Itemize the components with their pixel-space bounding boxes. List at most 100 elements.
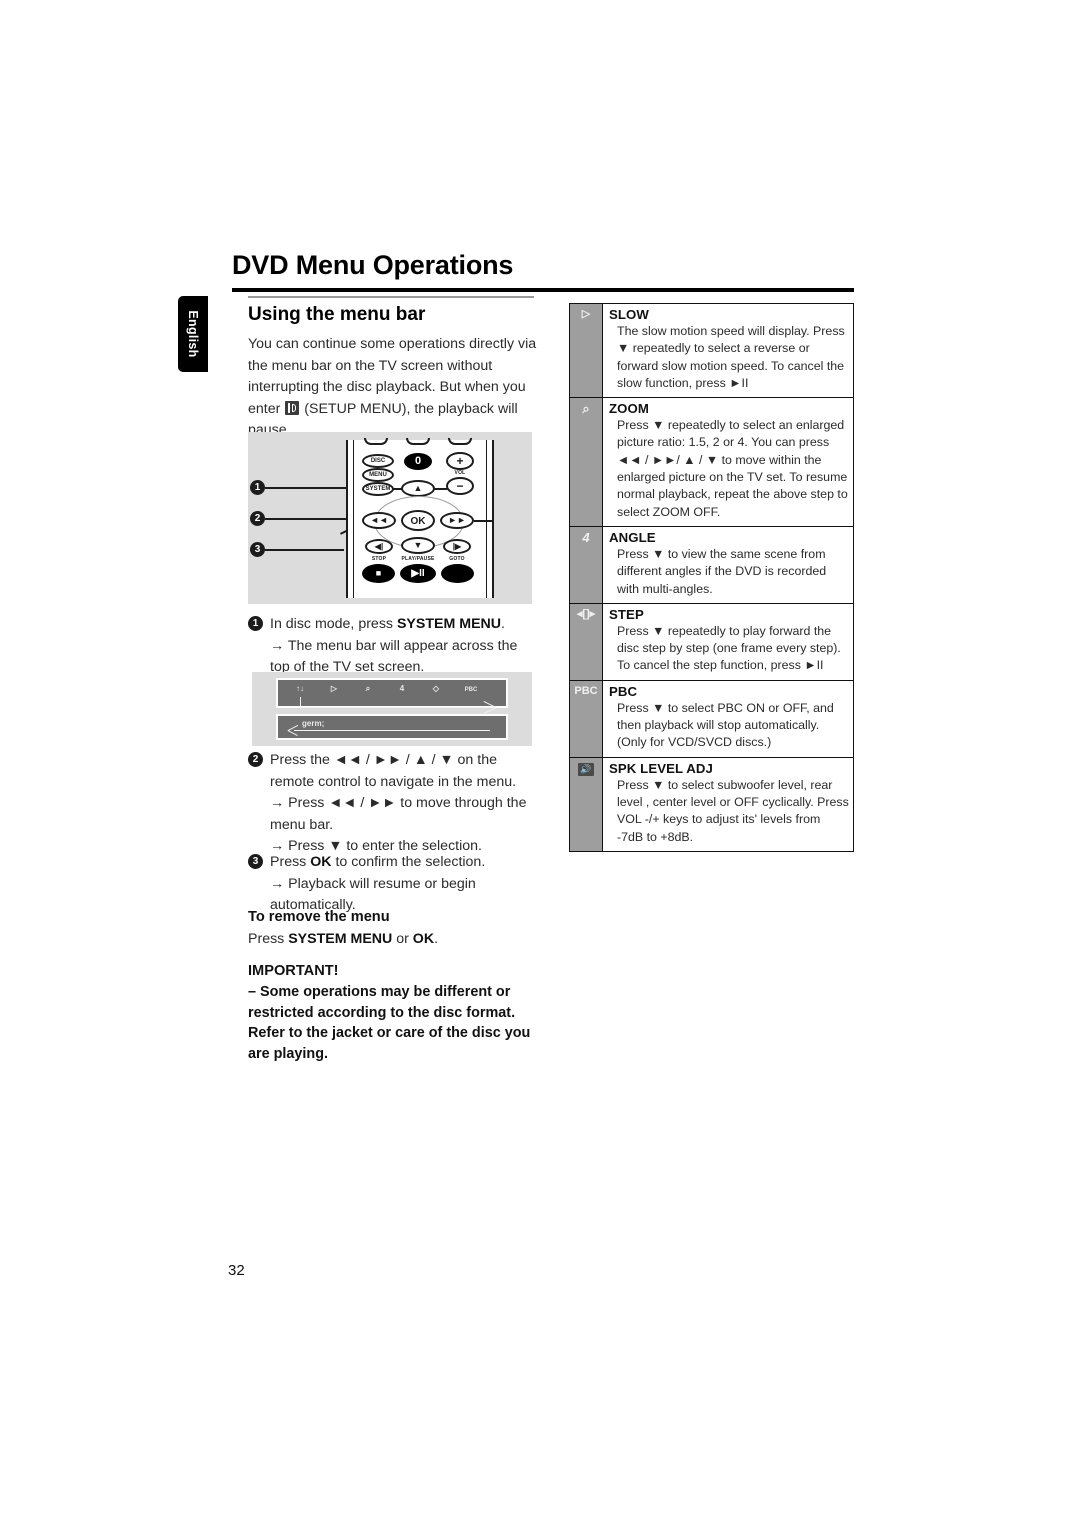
menu-bar-spk-level-icon[interactable]: germ;	[302, 718, 324, 730]
menu-bar-setup-icon[interactable]: ↑↓	[292, 683, 308, 695]
remote-top-button-left	[364, 438, 388, 445]
remote-zero-label: 0	[414, 455, 422, 467]
remote-vol-label: VOL	[454, 470, 466, 476]
step-3-text-post: to confirm the selection.	[331, 854, 486, 870]
step-2-sub-1: → Press ◄◄ / ►► to move through the menu…	[270, 795, 527, 833]
remote-connector-right-side	[474, 520, 494, 522]
pbc-icon-glyph: PBC	[574, 684, 598, 697]
remote-volume-up-button[interactable]: +	[446, 452, 474, 470]
speaker-level-icon-glyph: 🔊	[578, 762, 594, 776]
remote-control-illustration: 1 2 3 DISC MENU SYSTEM 0 + VOL − ▲ ◄◄ OK…	[248, 432, 532, 604]
table-desc-angle: Press ▼ to view the same scene from diff…	[617, 546, 827, 596]
important-heading: IMPORTANT!	[248, 963, 339, 979]
table-title-angle: ANGLE	[609, 529, 656, 545]
remote-forward-button[interactable]: ►►	[440, 512, 474, 529]
remote-disc-button[interactable]: DISC	[362, 454, 394, 468]
remote-goto-label: GOTO	[449, 556, 465, 562]
step-icon: ◂[]▸	[570, 603, 603, 680]
step-3-number: 3	[248, 854, 263, 869]
remote-next-label: |▶	[452, 542, 462, 551]
table-cell-angle-text: ANGLE Press ▼ to view the same scene fro…	[603, 527, 853, 603]
remove-menu-bold-2: OK	[412, 931, 435, 947]
menu-bar-zoom-icon[interactable]: ⌕	[360, 683, 376, 695]
step-1-text-pre: In disc mode, press	[270, 616, 397, 632]
remote-top-button-right	[448, 438, 472, 445]
remote-up-button[interactable]: ▲	[401, 480, 435, 497]
zoom-icon-glyph: ⌕	[582, 401, 590, 417]
remote-stop-label: STOP	[371, 556, 387, 562]
remote-rewind-button[interactable]: ◄◄	[362, 512, 396, 529]
menu-bar-pbc-icon[interactable]: PBC	[460, 684, 482, 696]
remote-system-button[interactable]: SYSTEM	[362, 482, 394, 496]
remote-top-button-mid	[406, 438, 430, 445]
remove-menu-post: .	[434, 931, 439, 947]
remote-volume-down-button[interactable]: −	[446, 477, 474, 495]
remote-menu-label: MENU	[369, 472, 387, 478]
remote-zero-button[interactable]: 0	[404, 453, 432, 470]
remote-down-button[interactable]: ▼	[401, 537, 435, 554]
osd-menu-bar-illustration: ↑↓ ▷ ⌕ 4 ◇ PBC germ;	[252, 672, 532, 746]
manual-page: English DVD Menu Operations Using the me…	[0, 0, 1080, 1528]
remove-menu-bold-1: SYSTEM MENU	[288, 931, 393, 947]
section-divider	[248, 296, 534, 298]
remote-goto-button[interactable]	[441, 564, 474, 583]
remote-playpause-button[interactable]: ▶II	[400, 564, 436, 583]
table-cell-step-text: STEP Press ▼ repeatedly to play forward …	[603, 604, 853, 680]
setup-menu-icon	[285, 400, 300, 415]
menu-bar-angle-icon[interactable]: 4	[394, 683, 410, 695]
angle-icon-glyph: 4	[582, 529, 590, 545]
menu-bar-top-line	[300, 707, 494, 709]
step-2-number: 2	[248, 752, 263, 767]
angle-icon: 4	[570, 526, 603, 603]
section-heading: Using the menu bar	[248, 304, 426, 325]
remote-stop-button[interactable]: ■	[362, 564, 395, 583]
step-3-text-bold: OK	[310, 854, 332, 870]
table-title-pbc: PBC	[609, 683, 638, 699]
remote-volume-down-label: −	[456, 479, 464, 493]
remove-menu-pre: Press	[248, 931, 289, 947]
callout-marker-1: 1	[250, 480, 265, 495]
important-body: – Some operations may be different or re…	[248, 984, 531, 1062]
remote-previous-button[interactable]: ◀|	[365, 539, 393, 554]
callout-line-3	[265, 549, 344, 551]
table-cell-zoom-text: ZOOM Press ▼ repeatedly to select an enl…	[603, 398, 853, 526]
step-1-number: 1	[248, 616, 263, 631]
page-title: DVD Menu Operations	[232, 250, 514, 280]
table-row-spk-level-adj: 🔊 SPK LEVEL ADJ Press ▼ to select subwoo…	[570, 757, 853, 851]
menu-bar-slow-icon[interactable]: ▷	[326, 683, 342, 695]
zoom-icon: ⌕	[570, 398, 603, 526]
step-icon-glyph: ◂[]▸	[576, 607, 596, 620]
table-row-step: ◂[]▸ STEP Press ▼ repeatedly to play for…	[570, 603, 853, 681]
speaker-level-icon: 🔊	[570, 757, 603, 851]
remote-down-label: ▼	[413, 540, 423, 550]
table-title-step: STEP	[609, 606, 644, 622]
language-side-tab-label: English	[186, 310, 200, 358]
remote-system-label: SYSTEM	[365, 486, 391, 492]
menu-bar-functions-table: ▷ SLOW The slow motion speed will displa…	[569, 303, 854, 852]
remove-menu-line: Press SYSTEM MENU or OK.	[248, 928, 548, 950]
remove-menu-heading: To remove the menu	[248, 909, 390, 925]
table-cell-slow-text: SLOW The slow motion speed will display.…	[603, 304, 853, 397]
remote-menu-button[interactable]: MENU	[362, 468, 394, 482]
language-side-tab: English	[178, 296, 208, 372]
table-desc-step: Press ▼ repeatedly to play forward the d…	[617, 623, 841, 673]
remote-forward-label: ►►	[448, 515, 466, 525]
pbc-icon: PBC	[570, 680, 603, 757]
remote-rewind-label: ◄◄	[370, 515, 388, 525]
table-title-slow: SLOW	[609, 307, 649, 322]
menu-bar-bottom-strip: germ;	[276, 714, 508, 740]
table-cell-spk-text: SPK LEVEL ADJ Press ▼ to select subwoofe…	[603, 758, 853, 851]
remote-previous-label: ◀|	[374, 542, 384, 551]
remote-up-label: ▲	[413, 483, 423, 493]
menu-bar-step-icon[interactable]: ◇	[428, 683, 444, 695]
table-row-pbc: PBC PBC Press ▼ to select PBC ON or OFF,…	[570, 680, 853, 758]
important-block: IMPORTANT! – Some operations may be diff…	[248, 960, 548, 1064]
table-cell-pbc-text: PBC Press ▼ to select PBC ON or OFF, and…	[603, 681, 853, 757]
step-1-body: In disc mode, press SYSTEM MENU. → The m…	[270, 614, 540, 679]
remote-next-button[interactable]: |▶	[443, 539, 471, 554]
remote-ok-label: OK	[410, 516, 426, 527]
menu-bar-bottom-line	[294, 730, 490, 732]
remote-ok-button[interactable]: OK	[401, 510, 435, 531]
callout-marker-2: 2	[250, 511, 265, 526]
slow-icon-glyph: ▷	[581, 308, 591, 320]
